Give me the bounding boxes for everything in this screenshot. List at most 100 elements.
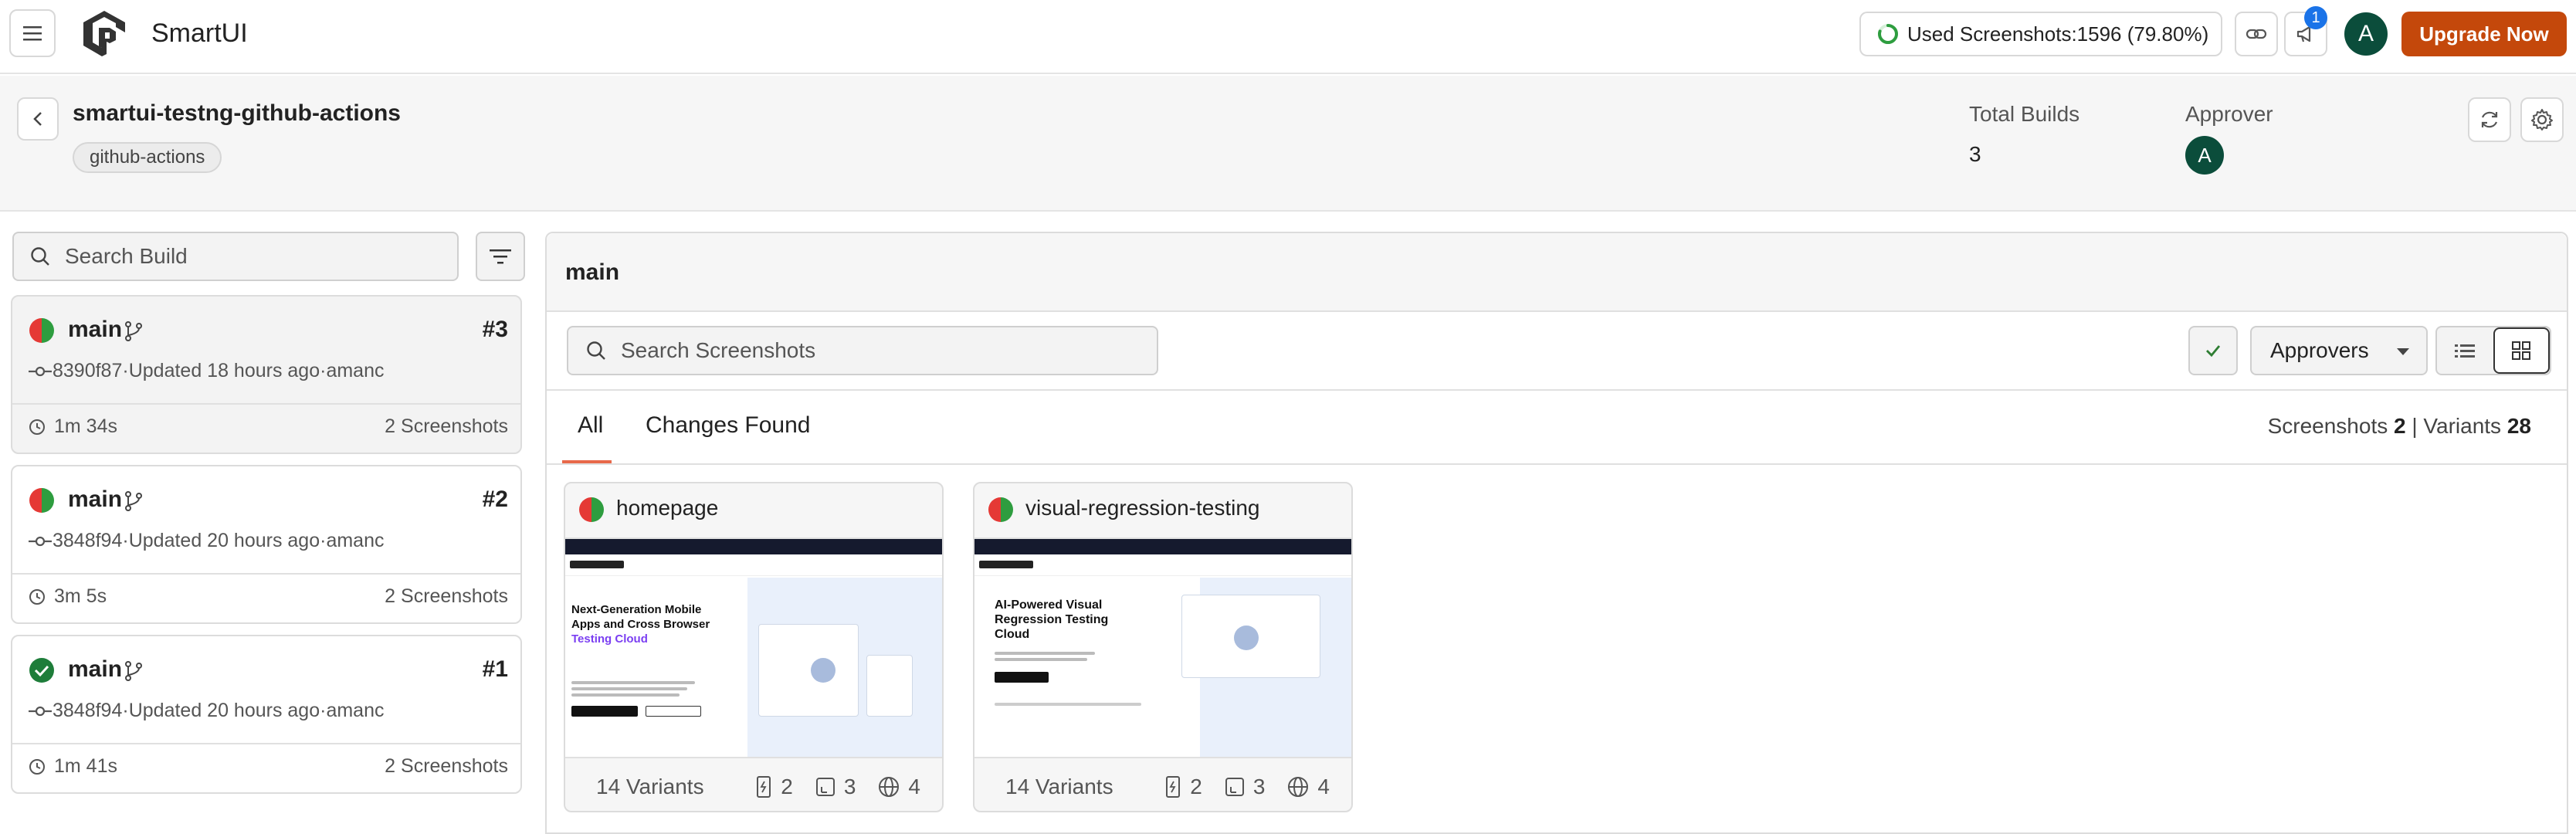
divider bbox=[12, 573, 520, 575]
device-count-value: 2 bbox=[1190, 775, 1202, 798]
screenshot-name: visual-regression-testing bbox=[1025, 496, 1260, 520]
screenshot-thumbnail[interactable]: Next-Generation Mobile Apps and Cross Br… bbox=[565, 537, 942, 758]
search-build-input[interactable]: Search Build bbox=[12, 232, 459, 281]
thumbnail-text-line bbox=[571, 681, 695, 684]
divider bbox=[12, 743, 520, 744]
branch-icon bbox=[125, 661, 142, 681]
build-screenshot-count: 2 Screenshots bbox=[385, 415, 508, 437]
approved-status-icon bbox=[29, 658, 54, 683]
clock-icon bbox=[29, 419, 45, 435]
build-meta: 3848f94 · Updated 20 hours ago · amanc bbox=[28, 700, 385, 722]
screenshot-footer: 14 Variants 2 3 4 bbox=[565, 760, 942, 811]
grid-view-icon bbox=[2512, 341, 2531, 360]
clock-icon bbox=[29, 588, 45, 605]
thumbnail-button bbox=[571, 706, 638, 717]
branch-icon bbox=[125, 321, 142, 341]
device-icon bbox=[1166, 776, 1181, 798]
refresh-button[interactable] bbox=[2468, 97, 2511, 142]
meta-separator: · bbox=[122, 360, 129, 381]
build-updated: Updated 18 hours ago bbox=[128, 360, 320, 381]
viewport-count: 3 bbox=[1224, 775, 1265, 799]
app-title: SmartUI bbox=[151, 19, 248, 48]
tab-changes-found[interactable]: Changes Found bbox=[646, 412, 811, 439]
meta-separator: · bbox=[320, 360, 327, 381]
screenshot-card[interactable]: homepage Next-Generation Mobile Apps and… bbox=[564, 482, 944, 812]
counts-separator: | bbox=[2412, 414, 2418, 438]
project-header: smartui-testng-github-actions github-act… bbox=[0, 76, 2576, 212]
tab-all[interactable]: All bbox=[578, 412, 603, 439]
link-icon bbox=[2246, 29, 2267, 39]
build-branch: main bbox=[68, 656, 123, 682]
build-card[interactable]: main #2 3848f94 · Updated 20 hours ago ·… bbox=[11, 465, 522, 624]
thumbnail-heading-highlight: Testing Cloud bbox=[571, 632, 648, 646]
thumbnail-heading: AI-Powered Visual Regression Testing Clo… bbox=[995, 598, 1108, 642]
device-count: 2 bbox=[754, 775, 793, 799]
grid-view-button[interactable] bbox=[2493, 327, 2550, 374]
copy-link-button[interactable] bbox=[2235, 12, 2278, 56]
globe-icon bbox=[1288, 777, 1309, 797]
filter-icon bbox=[490, 249, 511, 264]
search-icon bbox=[587, 341, 605, 360]
approvers-dropdown[interactable]: Approvers bbox=[2250, 326, 2428, 375]
build-detail-title: main bbox=[565, 259, 620, 285]
search-screenshots-placeholder: Search Screenshots bbox=[621, 338, 816, 362]
project-tag: github-actions bbox=[73, 142, 222, 173]
build-duration: 3m 5s bbox=[54, 585, 107, 607]
variants-count: 28 bbox=[2507, 414, 2531, 438]
menu-button[interactable] bbox=[9, 9, 56, 57]
notification-badge: 1 bbox=[2304, 6, 2327, 29]
build-updated: Updated 20 hours ago bbox=[128, 530, 320, 551]
search-build-placeholder: Search Build bbox=[65, 244, 188, 268]
thumbnail-button bbox=[995, 672, 1049, 683]
commit-hash: 3848f94 bbox=[53, 530, 123, 551]
changes-status-icon bbox=[988, 497, 1013, 522]
thumbnail-play-icon bbox=[1234, 626, 1259, 650]
screenshot-usage-button[interactable]: Used Screenshots:1596 (79.80%) bbox=[1859, 12, 2222, 56]
list-view-button[interactable] bbox=[2437, 327, 2493, 374]
build-duration: 1m 41s bbox=[54, 755, 117, 777]
browser-count-value: 4 bbox=[908, 775, 920, 798]
viewport-count-value: 3 bbox=[843, 775, 856, 798]
thumbnail-heading-line: Apps and Cross Browser bbox=[571, 618, 710, 631]
usage-text: Used Screenshots:1596 (79.80%) bbox=[1907, 22, 2209, 46]
search-screenshots-input[interactable]: Search Screenshots bbox=[567, 326, 1158, 375]
variants-count: 14 Variants bbox=[1005, 775, 1113, 798]
build-branch: main bbox=[68, 317, 123, 342]
changes-status-icon bbox=[29, 318, 54, 343]
screenshots-count: 2 bbox=[2394, 414, 2406, 438]
changes-status-icon bbox=[579, 497, 604, 522]
thumbnail-text-line bbox=[571, 687, 687, 690]
screenshot-variant-counts: Screenshots 2 | Variants 28 bbox=[2268, 414, 2531, 439]
thumbnail-logo bbox=[570, 561, 624, 568]
build-meta: 8390f87 · Updated 18 hours ago · amanc bbox=[28, 360, 385, 382]
thumbnail-heading-line: Cloud bbox=[995, 628, 1030, 641]
thumbnail-heading: Next-Generation Mobile Apps and Cross Br… bbox=[571, 602, 710, 646]
filter-button[interactable] bbox=[476, 232, 525, 281]
branch-icon bbox=[125, 491, 142, 511]
build-author: amanc bbox=[326, 700, 385, 721]
commit-icon bbox=[29, 366, 52, 376]
approver-avatar[interactable]: A bbox=[2185, 136, 2224, 175]
build-branch: main bbox=[68, 486, 123, 512]
approve-button[interactable] bbox=[2188, 326, 2238, 375]
screenshot-thumbnail[interactable]: AI-Powered Visual Regression Testing Clo… bbox=[974, 537, 1351, 758]
divider bbox=[547, 389, 2567, 391]
screenshot-card[interactable]: visual-regression-testing AI-Powered Vis… bbox=[973, 482, 1353, 812]
build-screenshot-count: 2 Screenshots bbox=[385, 585, 508, 607]
viewport-count: 3 bbox=[815, 775, 856, 799]
build-card[interactable]: main #3 8390f87 · Updated 18 hours ago ·… bbox=[11, 295, 522, 454]
meta-separator: · bbox=[320, 530, 327, 551]
chevron-down-icon bbox=[2397, 348, 2409, 355]
user-avatar[interactable]: A bbox=[2344, 12, 2388, 56]
screenshots-count-label: Screenshots bbox=[2267, 414, 2388, 438]
build-card[interactable]: main #1 3848f94 · Updated 20 hours ago ·… bbox=[11, 635, 522, 794]
back-button[interactable] bbox=[17, 97, 59, 141]
total-builds-value: 3 bbox=[1969, 142, 1981, 166]
build-author: amanc bbox=[326, 360, 385, 381]
settings-button[interactable] bbox=[2520, 97, 2564, 142]
upgrade-button[interactable]: Upgrade Now bbox=[2401, 12, 2567, 56]
thumbnail-text-line bbox=[571, 693, 680, 697]
build-detail-header: main bbox=[547, 233, 2567, 312]
build-duration-row: 3m 5s bbox=[28, 585, 107, 608]
browser-count: 4 bbox=[1286, 775, 1330, 799]
